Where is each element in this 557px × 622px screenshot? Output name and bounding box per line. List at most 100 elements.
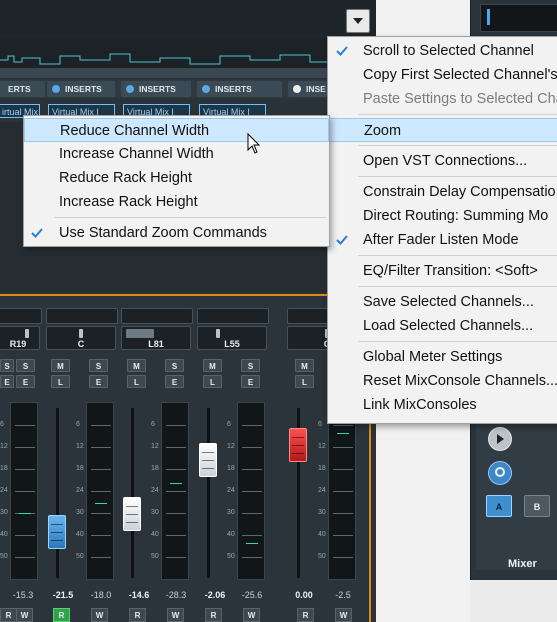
meter-scale-label: 50 [318, 553, 326, 560]
meter-tick [242, 535, 262, 536]
menu-item-copy-settings[interactable]: Copy First Selected Channel's [328, 63, 557, 87]
meter-scale-label: 18 [76, 465, 84, 472]
inserts-slot[interactable]: INSERTS [47, 81, 115, 97]
functions-menu-button[interactable] [346, 9, 370, 33]
b-button[interactable]: B [524, 495, 550, 517]
listen-button[interactable]: L [127, 375, 146, 388]
fader-value[interactable]: 0.00 [287, 590, 321, 600]
menu-item-link-mixconsoles[interactable]: Link MixConsoles [328, 393, 557, 417]
routing-slot[interactable] [121, 308, 193, 324]
volume-fader[interactable] [199, 443, 217, 477]
menu-item-scroll-to-selected[interactable]: Scroll to Selected Channel [328, 39, 557, 63]
listen-button[interactable]: L [51, 375, 70, 388]
menu-item-after-fader-listen[interactable]: After Fader Listen Mode [328, 228, 557, 252]
pan-control[interactable]: L81 [121, 326, 191, 350]
inserts-slot[interactable]: INSERTS [121, 81, 191, 97]
fader-value[interactable]: -21.5 [46, 590, 80, 600]
write-button[interactable]: W [91, 608, 108, 622]
meter-scale-label: 50 [227, 553, 235, 560]
mixer-toolbar [0, 0, 376, 39]
meter-tick [15, 447, 35, 448]
monitor-button[interactable] [488, 461, 512, 485]
menu-item-label: Link MixConsoles [363, 397, 477, 413]
write-button[interactable]: W [335, 608, 352, 622]
meter-value: -15.3 [12, 590, 34, 600]
solo-button[interactable]: S [165, 359, 184, 372]
menu-item-use-standard-zoom[interactable]: Use Standard Zoom Commands [24, 221, 329, 245]
menu-item-open-vst-connections[interactable]: Open VST Connections... [328, 149, 557, 173]
pan-control[interactable]: R19 [0, 326, 40, 350]
write-button[interactable]: W [16, 608, 33, 622]
meter-value: -18.0 [90, 590, 112, 600]
read-button[interactable]: R [53, 608, 70, 622]
meter-tick [91, 513, 111, 514]
menu-item-zoom[interactable]: Zoom [328, 118, 557, 142]
mute-button[interactable]: M [127, 359, 146, 372]
functions-menu: Scroll to Selected Channel Copy First Se… [327, 36, 557, 424]
routing-slot[interactable] [46, 308, 118, 324]
meter-scale-label: 12 [76, 443, 84, 450]
checkmark-icon [336, 46, 348, 56]
meter-tick [333, 425, 353, 426]
pan-control[interactable]: C [46, 326, 116, 350]
read-button[interactable]: R [0, 608, 17, 622]
volume-fader[interactable] [123, 497, 141, 531]
volume-fader[interactable] [289, 428, 307, 462]
meter-tick [333, 535, 353, 536]
menu-item-label: Reduce Channel Width [60, 123, 210, 139]
edit-button[interactable]: E [241, 375, 260, 388]
pan-control[interactable]: L55 [197, 326, 267, 350]
inserts-label: INSERTS [65, 84, 102, 94]
routing-slot[interactable] [0, 308, 42, 324]
menu-separator [54, 217, 326, 218]
power-icon [293, 85, 301, 93]
solo-button[interactable]: S [16, 359, 35, 372]
read-button[interactable]: R [129, 608, 146, 622]
routing-slot[interactable] [197, 308, 269, 324]
edit-button[interactable]: E [0, 375, 14, 388]
write-button[interactable]: W [167, 608, 184, 622]
menu-item-increase-rack-height[interactable]: Increase Rack Height [24, 190, 329, 214]
meter-scale-label: 40 [318, 531, 326, 538]
meter-scale-label: 40 [76, 531, 84, 538]
meter-tick [333, 447, 353, 448]
write-button[interactable]: W [243, 608, 260, 622]
menu-item-save-channels[interactable]: Save Selected Channels... [328, 290, 557, 314]
listen-button[interactable]: L [295, 375, 314, 388]
edit-button[interactable]: E [16, 375, 35, 388]
meter-scale-label: 24 [227, 487, 235, 494]
fader-value[interactable]: -14.6 [122, 590, 156, 600]
listen-button[interactable]: L [203, 375, 222, 388]
fader-value[interactable]: -2.06 [198, 590, 232, 600]
solo-button[interactable]: S [241, 359, 260, 372]
menu-item-reduce-rack-height[interactable]: Reduce Rack Height [24, 166, 329, 190]
solo-button[interactable]: S [89, 359, 108, 372]
menu-item-direct-routing[interactable]: Direct Routing: Summing Mo [328, 204, 557, 228]
menu-separator [358, 145, 557, 146]
a-button[interactable]: A [486, 495, 512, 517]
menu-item-reduce-channel-width[interactable]: Reduce Channel Width [24, 118, 329, 142]
menu-item-reset-mixconsole[interactable]: Reset MixConsole Channels... [328, 369, 557, 393]
solo-button[interactable]: S [0, 359, 14, 372]
menu-item-global-meter-settings[interactable]: Global Meter Settings [328, 345, 557, 369]
fader-track [131, 408, 134, 578]
mute-button[interactable]: M [51, 359, 70, 372]
menu-item-label: EQ/Filter Transition: <Soft> [363, 263, 538, 279]
menu-item-eq-filter-transition[interactable]: EQ/Filter Transition: <Soft> [328, 259, 557, 283]
menu-item-increase-channel-width[interactable]: Increase Channel Width [24, 142, 329, 166]
mute-button[interactable]: M [203, 359, 222, 372]
menu-item-load-channels[interactable]: Load Selected Channels... [328, 314, 557, 338]
edit-button[interactable]: E [89, 375, 108, 388]
read-button[interactable]: R [205, 608, 222, 622]
inserts-slot[interactable]: INSERTS [197, 81, 282, 97]
play-icon [497, 434, 504, 444]
volume-fader[interactable] [48, 515, 66, 549]
meter-scale-label: 24 [151, 487, 159, 494]
mute-button[interactable]: M [295, 359, 314, 372]
read-button[interactable]: R [297, 608, 314, 622]
listen-play-button[interactable] [488, 427, 512, 451]
menu-item-constrain-delay[interactable]: Constrain Delay Compensatio [328, 180, 557, 204]
inserts-slot[interactable]: ERTS [0, 81, 45, 97]
edit-button[interactable]: E [165, 375, 184, 388]
meter-level-marker [246, 543, 258, 544]
